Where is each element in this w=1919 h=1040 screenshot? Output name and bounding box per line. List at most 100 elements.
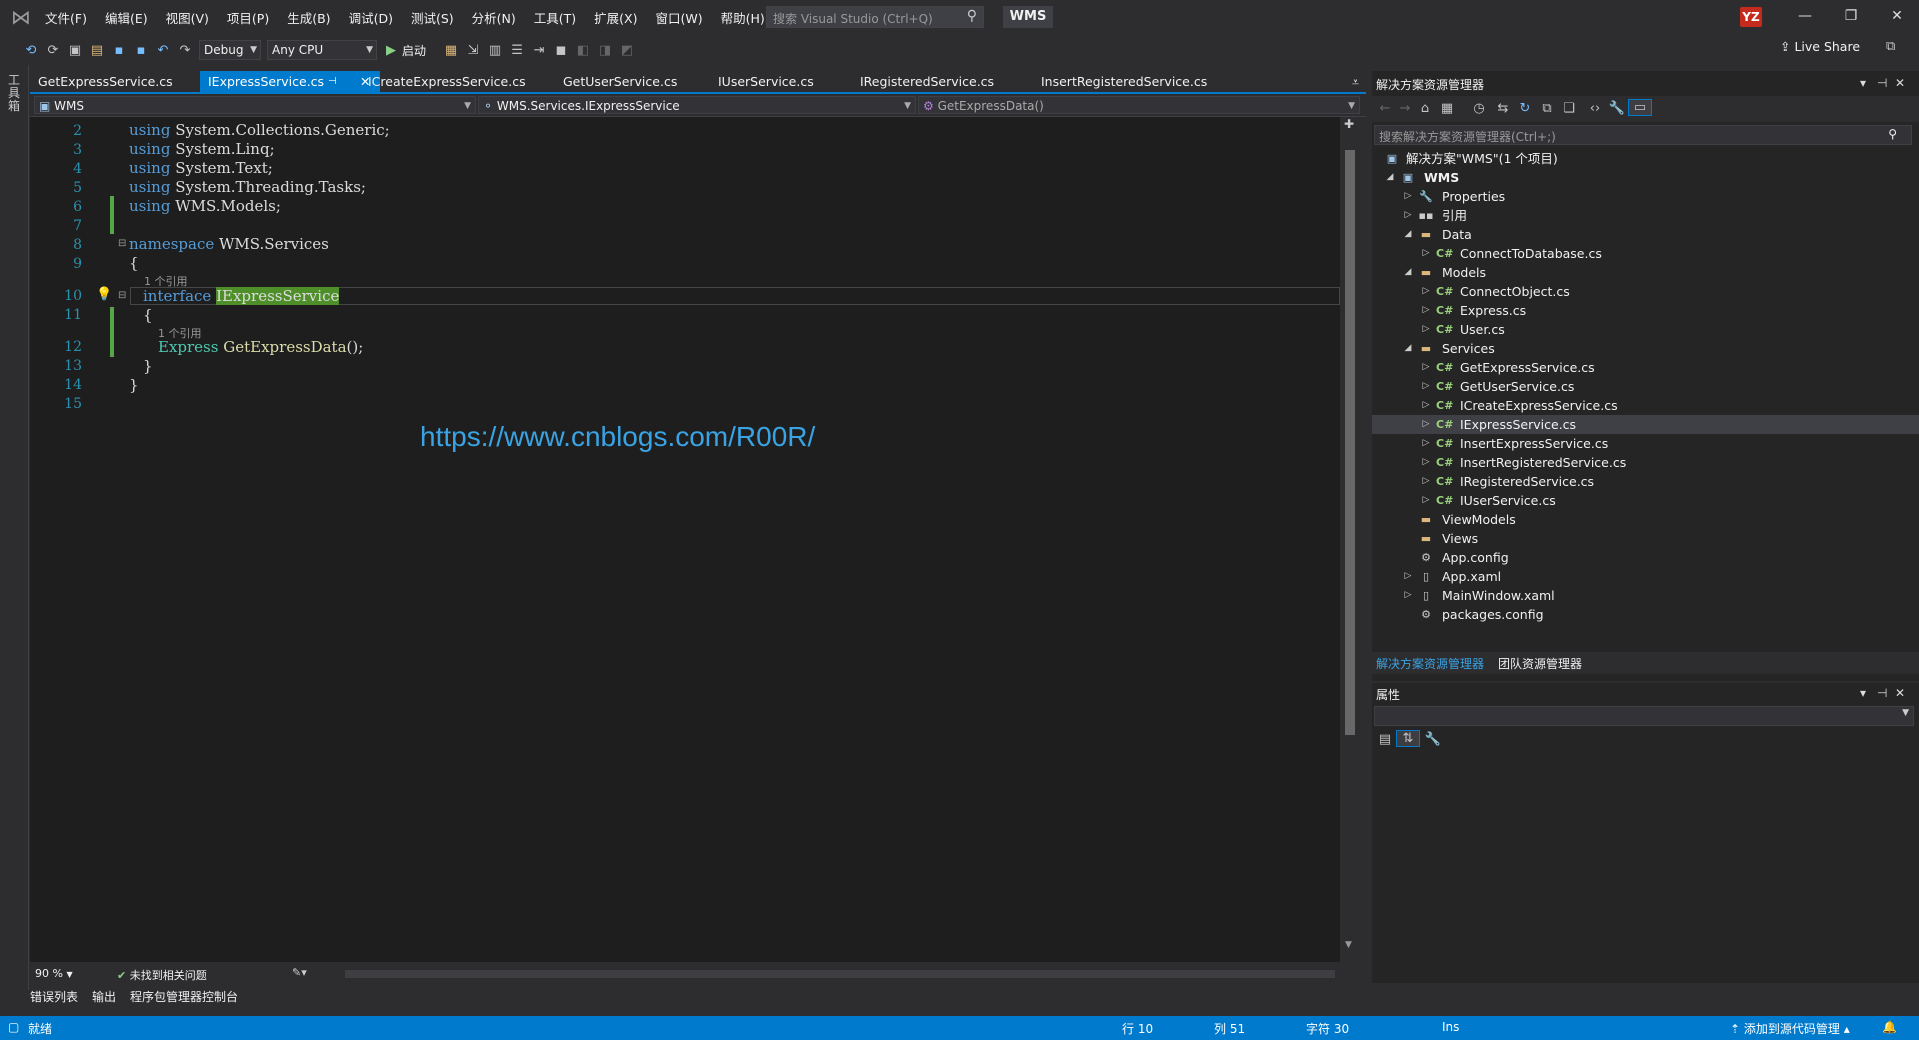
panel-pin-icon[interactable]: ⊣ (1877, 76, 1887, 90)
open-file-icon[interactable]: ▤ (86, 43, 108, 58)
tree-item-folder-viewmodels[interactable]: ▬ ViewModels (1372, 510, 1919, 529)
tree-item-properties[interactable]: ▷ 🔧 Properties (1372, 187, 1919, 206)
bookmark-icon[interactable]: ◼ (550, 43, 572, 58)
collapse-interface-icon[interactable]: ⊟ (118, 290, 126, 301)
properties-object-select[interactable]: ▼ (1374, 706, 1914, 726)
collapsed-icon[interactable]: ▷ (1402, 187, 1414, 206)
collapsed-icon[interactable]: ▷ (1420, 396, 1432, 415)
tree-item-folder-views[interactable]: ▬ Views (1372, 529, 1919, 548)
format-icon[interactable]: ☰ (506, 43, 528, 58)
undo-icon[interactable]: ↶ (152, 43, 174, 58)
tab-error-list[interactable]: 错误列表 (30, 988, 78, 1008)
tab-getuserservice[interactable]: GetUserService.cs (555, 71, 705, 92)
scroll-down-icon[interactable]: ▼ (1345, 940, 1352, 950)
collapsed-icon[interactable]: ▷ (1402, 567, 1414, 586)
tree-item-file[interactable]: ▷ C# ConnectObject.cs (1372, 282, 1919, 301)
menu-file[interactable]: 文件(F) (36, 8, 96, 27)
tab-icreateexpressservice[interactable]: ICreateExpressService.cs (360, 71, 540, 92)
solution-search-input[interactable]: 搜索解决方案资源管理器(Ctrl+;) ⚲ (1374, 125, 1912, 145)
save-all-icon[interactable]: ▪ (130, 43, 152, 58)
source-control-button[interactable]: ⇡ 添加到源代码管理 ▴ (1730, 1020, 1850, 1037)
collapsed-icon[interactable]: ▷ (1420, 472, 1432, 491)
refresh-icon[interactable]: ↻ (1514, 101, 1536, 116)
browse-icon[interactable]: ▥ (484, 43, 506, 58)
tab-insertregisteredservice[interactable]: InsertRegisteredService.cs (1033, 71, 1233, 92)
expanded-icon[interactable]: ◢ (1384, 168, 1396, 187)
live-share-button[interactable]: ⇪ Live Share (1780, 39, 1860, 54)
type-dropdown[interactable]: ⚬ WMS.Services.IExpressService ▼ (478, 96, 916, 114)
tree-item-file[interactable]: ▷ C# GetExpressService.cs (1372, 358, 1919, 377)
tree-item-folder-services[interactable]: ◢ ▬ Services (1372, 339, 1919, 358)
member-dropdown[interactable]: ⚙ GetExpressData() ▼ (918, 96, 1360, 114)
menu-test[interactable]: 测试(S) (402, 8, 463, 27)
tab-output[interactable]: 输出 (92, 988, 116, 1008)
save-icon[interactable]: ▪ (108, 43, 130, 58)
collapsed-icon[interactable]: ▷ (1420, 377, 1432, 396)
collapsed-icon[interactable]: ▷ (1420, 320, 1432, 339)
collapsed-icon[interactable]: ▷ (1402, 206, 1414, 225)
collapse-all-icon[interactable]: ⧉ (1536, 101, 1558, 116)
scrollbar-thumb[interactable] (1345, 150, 1355, 735)
collapsed-icon[interactable]: ▷ (1420, 491, 1432, 510)
properties-icon[interactable]: 🔧 (1606, 101, 1628, 116)
panel-pin-icon[interactable]: ⊣ (1877, 686, 1887, 700)
project-dropdown[interactable]: ▣ WMS ▼ (34, 96, 476, 114)
panel-dropdown-icon[interactable]: ▾ (1860, 76, 1866, 90)
tab-iuserservice[interactable]: IUserService.cs (710, 71, 840, 92)
search-icon[interactable]: ⚲ (967, 8, 977, 24)
collapsed-icon[interactable]: ▷ (1420, 301, 1432, 320)
collapsed-icon[interactable]: ▷ (1420, 244, 1432, 263)
bookmark-prev-icon[interactable]: ◧ (572, 43, 594, 58)
avatar[interactable]: YZ (1740, 7, 1762, 27)
redo-icon[interactable]: ↷ (174, 43, 196, 58)
configuration-select[interactable]: Debug ▼ (199, 40, 261, 60)
menu-view[interactable]: 视图(V) (157, 8, 218, 27)
tree-item-file[interactable]: ▷ ▯ MainWindow.xaml (1372, 586, 1919, 605)
tab-getexpressservice[interactable]: GetExpressService.cs (30, 71, 200, 92)
collapsed-icon[interactable]: ▷ (1402, 586, 1414, 605)
restore-button[interactable]: ❐ (1828, 0, 1874, 32)
tree-item-solution[interactable]: ▣ 解决方案"WMS"(1 个项目) (1372, 149, 1919, 168)
tree-item-file[interactable]: ▷ ▯ App.xaml (1372, 567, 1919, 586)
preview-icon[interactable]: ▭ (1628, 99, 1652, 116)
tree-item-project[interactable]: ◢ ▣ WMS (1372, 168, 1919, 187)
tree-item-file[interactable]: ▷ C# InsertExpressService.cs (1372, 434, 1919, 453)
tab-package-manager-console[interactable]: 程序包管理器控制台 (130, 988, 238, 1008)
platform-select[interactable]: Any CPU ▼ (267, 40, 377, 60)
bookmark-clear-icon[interactable]: ◩ (616, 43, 638, 58)
tree-item-folder-models[interactable]: ◢ ▬ Models (1372, 263, 1919, 282)
step-icon[interactable]: ⇲ (462, 43, 484, 58)
panel-close-icon[interactable]: ✕ (1895, 686, 1905, 700)
collapsed-icon[interactable]: ▷ (1420, 358, 1432, 377)
tree-item-file[interactable]: ▷ C# InsertRegisteredService.cs (1372, 453, 1919, 472)
panel-dropdown-icon[interactable]: ▾ (1860, 686, 1866, 700)
tree-item-file[interactable]: ▷ C# IUserService.cs (1372, 491, 1919, 510)
pin-icon[interactable]: ⊣ (328, 71, 337, 92)
close-window-button[interactable]: ✕ (1874, 0, 1919, 32)
menu-analyze[interactable]: 分析(N) (463, 8, 525, 27)
split-icon[interactable]: ✚ (1344, 117, 1354, 131)
collapsed-icon[interactable]: ▷ (1420, 282, 1432, 301)
lightbulb-icon[interactable]: 💡 (96, 287, 112, 302)
solution-config-icon[interactable]: ▦ (440, 43, 462, 58)
issues-indicator[interactable]: ✔ 未找到相关问题 (117, 967, 207, 983)
categorized-icon[interactable]: ▤ (1374, 732, 1396, 747)
collapsed-icon[interactable]: ▷ (1420, 434, 1432, 453)
tree-item-file[interactable]: ▷ C# ConnectToDatabase.cs (1372, 244, 1919, 263)
tab-iexpressservice[interactable]: IExpressService.cs ⊣ ✕ (200, 71, 380, 92)
home-icon[interactable]: ⌂ (1414, 101, 1436, 116)
new-project-icon[interactable]: ▣ (64, 43, 86, 58)
notifications-icon[interactable]: 🔔 (1882, 1020, 1897, 1034)
start-play-icon[interactable]: ▶ (380, 43, 402, 58)
menu-window[interactable]: 窗口(W) (646, 8, 711, 27)
expanded-icon[interactable]: ◢ (1402, 225, 1414, 244)
collapsed-icon[interactable]: ▷ (1420, 415, 1432, 434)
sync-icon[interactable]: ⇆ (1492, 101, 1514, 116)
menu-tools[interactable]: 工具(T) (525, 8, 585, 27)
back-icon[interactable]: ⟲ (20, 43, 42, 58)
menu-extensions[interactable]: 扩展(X) (585, 8, 646, 27)
collapse-namespace-icon[interactable]: ⊟ (118, 238, 126, 249)
forward-icon[interactable]: ⟳ (42, 43, 64, 58)
indent-icon[interactable]: ⇥ (528, 43, 550, 58)
menu-help[interactable]: 帮助(H) (712, 8, 774, 27)
